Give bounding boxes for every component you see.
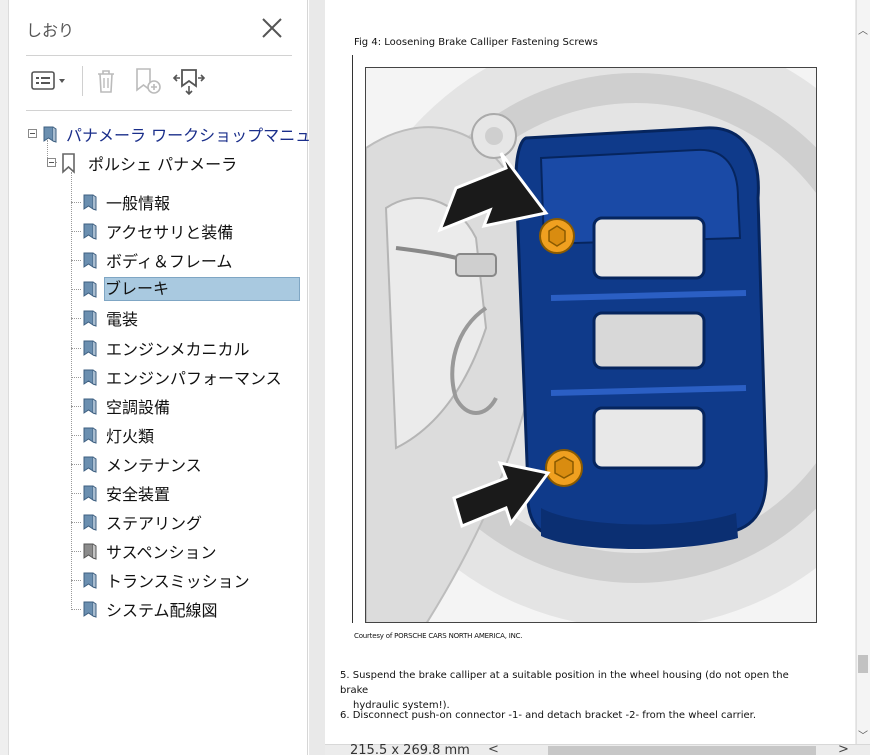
bookmark-page-icon [83, 369, 97, 386]
bookmark-page-icon [83, 281, 97, 298]
panel-title: しおり [26, 21, 75, 40]
bookmark-page-icon [43, 126, 57, 143]
add-bookmark-icon [136, 68, 161, 94]
bookmark-item[interactable]: トランスミッション [80, 568, 250, 592]
bookmark-label: ブレーキ [104, 277, 300, 301]
toolbar-separator [82, 66, 83, 96]
bookmark-item[interactable]: メンテナンス [80, 452, 202, 476]
bookmark-label: ポルシェ パナメーラ [88, 155, 238, 174]
options-menu-button[interactable] [28, 64, 70, 98]
bookmark-item[interactable]: 安全装置 [80, 481, 170, 505]
bookmark-label: エンジンパフォーマンス [106, 369, 282, 388]
instruction-step-5: 5. Suspend the brake calliper at a suita… [340, 668, 820, 713]
bookmark-label: 安全装置 [106, 485, 171, 504]
bookmark-item[interactable]: ボディ＆フレーム [80, 248, 232, 272]
figure-rule [352, 55, 353, 623]
bookmark-item[interactable]: エンジンメカニカル [80, 336, 250, 360]
bookmark-page-icon [83, 572, 97, 589]
bookmark-item[interactable]: 灯火類 [80, 423, 154, 447]
bookmark-label: メンテナンス [106, 456, 202, 475]
collapse-toggle[interactable] [47, 158, 56, 167]
bookmark-item[interactable]: エンジンパフォーマンス [80, 365, 282, 389]
figure-credit: Courtesy of PORSCHE CARS NORTH AMERICA, … [354, 632, 523, 640]
bookmark-label: 一般情報 [106, 194, 171, 213]
bookmark-root[interactable]: パナメーラ ワークショップマニュアル [40, 122, 343, 146]
bookmark-item[interactable]: アクセサリと装備 [80, 219, 233, 243]
bookmark-page-icon [83, 427, 97, 444]
bookmark-label: パナメーラ ワークショップマニュアル [66, 126, 343, 145]
bookmark-page-icon [83, 398, 97, 415]
bookmark-page-icon [83, 456, 97, 473]
bookmark-child[interactable]: ポルシェ パナメーラ [60, 151, 237, 175]
bookmark-page-icon [83, 601, 97, 618]
bookmark-page-icon [83, 543, 97, 560]
bookmark-ribbon-icon [62, 153, 75, 174]
page-size-label: 215.5 x 269.8 mm [350, 743, 470, 755]
vertical-scrollbar[interactable] [856, 0, 870, 744]
bookmark-item[interactable]: 空調設備 [80, 394, 170, 418]
bookmarks-panel: しおり パナメーラ ワークショップマニュアル ポルシェ パナメーラ 一般情報 ア… [0, 0, 343, 755]
scroll-down-arrow-icon[interactable]: ﹀ [858, 727, 868, 742]
bookmark-label: 灯火類 [106, 427, 155, 446]
figure-caption: Fig 4: Loosening Brake Calliper Fastenin… [354, 37, 598, 48]
bookmark-label: ステアリング [106, 514, 203, 533]
trash-icon [98, 70, 114, 93]
divider [26, 55, 292, 56]
close-icon[interactable] [258, 14, 286, 42]
bookmark-page-icon [83, 252, 97, 269]
expand-bookmark-button[interactable] [172, 64, 206, 98]
bookmark-label: 空調設備 [106, 398, 171, 417]
bookmark-label: アクセサリと装備 [106, 223, 234, 242]
divider [26, 110, 292, 111]
bookmark-label: システム配線図 [106, 601, 218, 620]
bookmark-item[interactable]: 電装 [80, 306, 138, 330]
horizontal-scroll-thumb[interactable] [548, 746, 816, 755]
bookmark-label: サスペンション [106, 543, 217, 562]
vertical-scroll-thumb[interactable] [858, 655, 868, 673]
step-text: 5. Suspend the brake calliper at a suita… [340, 670, 789, 696]
scroll-left-arrow-icon[interactable]: < [488, 742, 499, 755]
bookmark-page-icon [83, 194, 97, 211]
bookmark-item[interactable]: 一般情報 [80, 190, 170, 214]
instruction-step-6: 6. Disconnect push-on connector -1- and … [340, 710, 757, 721]
bookmark-page-icon [83, 514, 97, 531]
collapse-toggle[interactable] [28, 129, 37, 138]
bookmark-label: 電装 [106, 310, 139, 329]
bookmark-page-icon [83, 340, 97, 357]
bookmark-page-icon [83, 310, 97, 327]
brake-caliper-figure [365, 67, 817, 623]
bookmark-page-icon [83, 223, 97, 240]
bookmark-label: ボディ＆フレーム [106, 252, 233, 271]
bookmark-page-icon [83, 485, 97, 502]
bookmark-item[interactable]: サスペンション [80, 539, 217, 563]
bookmark-label: トランスミッション [106, 572, 250, 591]
bookmark-item[interactable]: システム配線図 [80, 597, 218, 621]
panel-edge [0, 0, 9, 755]
bookmark-item[interactable]: ステアリング [80, 510, 202, 534]
new-bookmark-button[interactable] [133, 64, 163, 98]
delete-bookmark-button[interactable] [92, 64, 120, 98]
bookmark-label: エンジンメカニカル [106, 340, 250, 359]
bookmark-item[interactable]: ブレーキ [80, 277, 300, 301]
scroll-right-arrow-icon[interactable]: > [838, 742, 849, 755]
options-list-icon [31, 71, 65, 90]
bookmark-expand-icon [172, 69, 206, 96]
scroll-up-arrow-icon[interactable]: ︿ [858, 22, 868, 37]
